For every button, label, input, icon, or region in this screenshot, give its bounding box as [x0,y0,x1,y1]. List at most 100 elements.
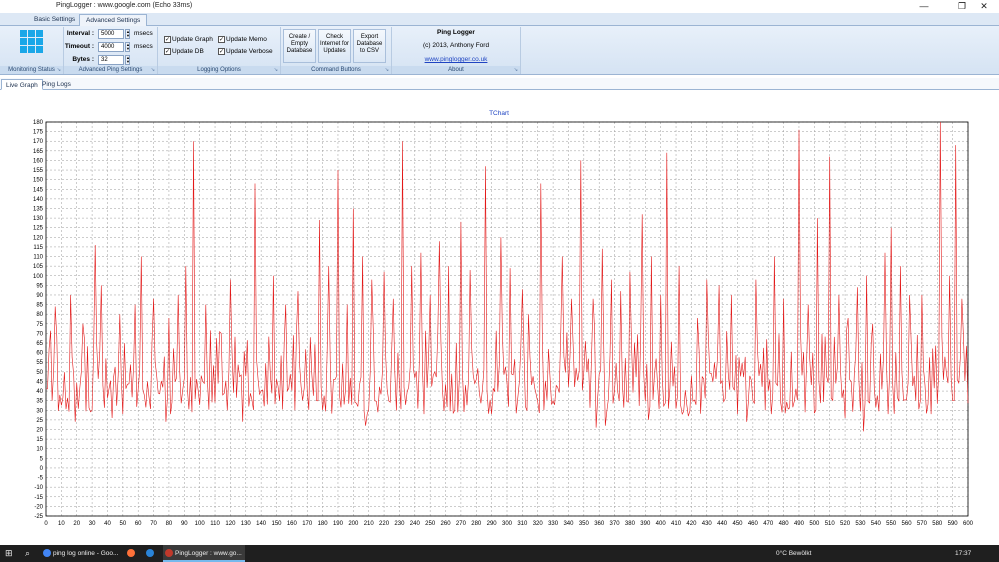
timeout-spinner[interactable]: ▲ ▼ [125,42,130,52]
y-tick-label: 10 [36,447,43,453]
y-tick-label: 90 [36,293,43,299]
x-tick-label: 350 [579,521,590,527]
x-tick-label: 150 [271,521,282,527]
x-tick-label: 360 [594,521,605,527]
y-tick-label: 95 [36,283,43,289]
y-tick-label: 65 [36,341,43,347]
taskbar: ⊞ ⌕ ping log online - Goo... PingLogger … [0,545,999,562]
y-tick-label: 30 [36,408,43,414]
y-tick-label: 50 [36,370,43,376]
check-updates-button[interactable]: Check Internet for Updates [318,29,351,63]
update-verbose-checkbox[interactable]: ✓ Update Verbose [218,47,273,56]
x-tick-label: 560 [902,521,913,527]
group-logging-options: ✓ Update Graph ✓ Update DB ✓ Update Memo ✓ U… [158,27,281,74]
x-tick-label: 330 [548,521,559,527]
about-website-link[interactable]: www.pinglogger.co.uk [392,56,520,63]
weather-widget[interactable]: 0°C Bewölkt [776,545,811,562]
monitoring-status-icon[interactable] [20,30,43,53]
x-tick-label: 410 [671,521,682,527]
x-tick-label: 420 [686,521,697,527]
live-graph-panel: TChart -25 -20 -15 -10 -5 0 5 10 15 20 25 30 35 40 45 5… [1,91,998,542]
x-tick-label: 510 [825,521,836,527]
y-tick-label: 75 [36,322,43,328]
clock[interactable]: 17:37 [955,545,971,562]
search-icon[interactable]: ⌕ [25,545,30,562]
advanced-launcher-icon[interactable]: ↘ [151,67,155,73]
interval-field[interactable]: 5000 [98,29,124,39]
close-button[interactable]: ✕ [969,0,999,13]
minimize-button[interactable]: — [909,0,939,13]
check-icon: ✓ [164,47,171,55]
bytes-field[interactable]: 32 [98,55,124,65]
x-tick-label: 60 [135,521,142,527]
x-tick-label: 520 [840,521,851,527]
export-csv-button[interactable]: Export Database to CSV [353,29,386,63]
y-tick-label: 150 [33,178,44,184]
x-tick-label: 500 [809,521,820,527]
y-tick-label: 80 [36,312,43,318]
x-tick-label: 430 [702,521,713,527]
x-tick-label: 50 [119,521,126,527]
interval-unit: msecs [134,30,153,37]
x-tick-label: 180 [318,521,329,527]
about-title: Ping Logger [437,29,475,36]
x-tick-label: 100 [195,521,206,527]
taskbar-app-edge[interactable] [144,545,162,562]
edge-icon [146,549,154,557]
update-graph-checkbox[interactable]: ✓ Update Graph [164,35,213,44]
y-tick-label: 160 [33,158,44,164]
taskbar-app-chrome[interactable]: ping log online - Goo... [41,545,123,562]
interval-spinner[interactable]: ▲ ▼ [125,29,130,39]
logging-launcher-icon[interactable]: ↘ [274,67,278,73]
y-tick-label: 145 [33,187,44,193]
x-axis: 0 10 20 30 40 50 60 70 80 90 100 110 120 130 140 150 160… [44,521,973,527]
start-icon[interactable]: ⊞ [5,545,13,562]
x-tick-label: 390 [640,521,651,527]
commands-launcher-icon[interactable]: ↘ [385,67,389,73]
tab-advanced-settings[interactable]: Advanced Settings [79,14,148,26]
check-icon: ✓ [164,35,171,43]
taskbar-app-firefox[interactable] [125,545,143,562]
chart-title: TChart [489,110,509,117]
x-tick-label: 550 [886,521,897,527]
monitoring-launcher-icon[interactable]: ↘ [57,67,61,73]
y-tick-label: 85 [36,303,43,309]
group-advanced-ping-settings: Interval : 5000 ▲ ▼ msecs Timeout : 4000 … [64,27,158,74]
check-icon: ✓ [218,35,225,43]
x-tick-label: 600 [963,521,974,527]
update-db-checkbox[interactable]: ✓ Update DB [164,47,204,56]
x-tick-label: 460 [748,521,759,527]
x-tick-label: 370 [610,521,621,527]
x-tick-label: 450 [732,521,743,527]
y-tick-label: 45 [36,379,43,385]
group-about: Ping Logger (c) 2013, Anthony Ford www.p… [392,27,521,74]
group-label-monitoring: Monitoring Status [0,66,63,74]
window-title-bar: PingLogger : www.google.com (Echo 33ms) … [0,0,999,13]
x-tick-label: 250 [425,521,436,527]
y-tick-label: 180 [33,120,44,126]
tab-live-graph[interactable]: Live Graph [1,79,43,90]
taskbar-app-pinglogger[interactable]: PingLogger : www.go... [163,545,245,562]
y-tick-label: -25 [34,514,43,520]
ping-chart: TChart -25-20-15-10-50510152025303540455… [33,110,974,527]
y-tick-label: 155 [33,168,44,174]
y-tick-label: 20 [36,428,43,434]
timeout-field[interactable]: 4000 [98,42,124,52]
x-tick-label: 110 [210,521,220,527]
update-memo-checkbox[interactable]: ✓ Update Memo [218,35,267,44]
bytes-spinner[interactable]: ▲ ▼ [125,55,130,65]
x-tick-label: 300 [502,521,513,527]
x-tick-label: 570 [917,521,928,527]
y-tick-label: 130 [33,216,44,222]
tab-ping-logs[interactable]: Ping Logs [38,79,75,90]
y-tick-label: 25 [36,418,43,424]
create-empty-database-button[interactable]: Create / Empty Database [283,29,316,63]
y-tick-label: 110 [33,255,43,261]
tab-basic-settings[interactable]: Basic Settings [28,14,81,26]
about-launcher-icon[interactable]: ↘ [514,67,518,73]
x-tick-label: 470 [763,521,774,527]
x-tick-label: 40 [104,521,111,527]
y-tick-label: 165 [33,149,44,155]
x-tick-label: 310 [517,521,528,527]
timeout-label: Timeout : [64,43,94,50]
